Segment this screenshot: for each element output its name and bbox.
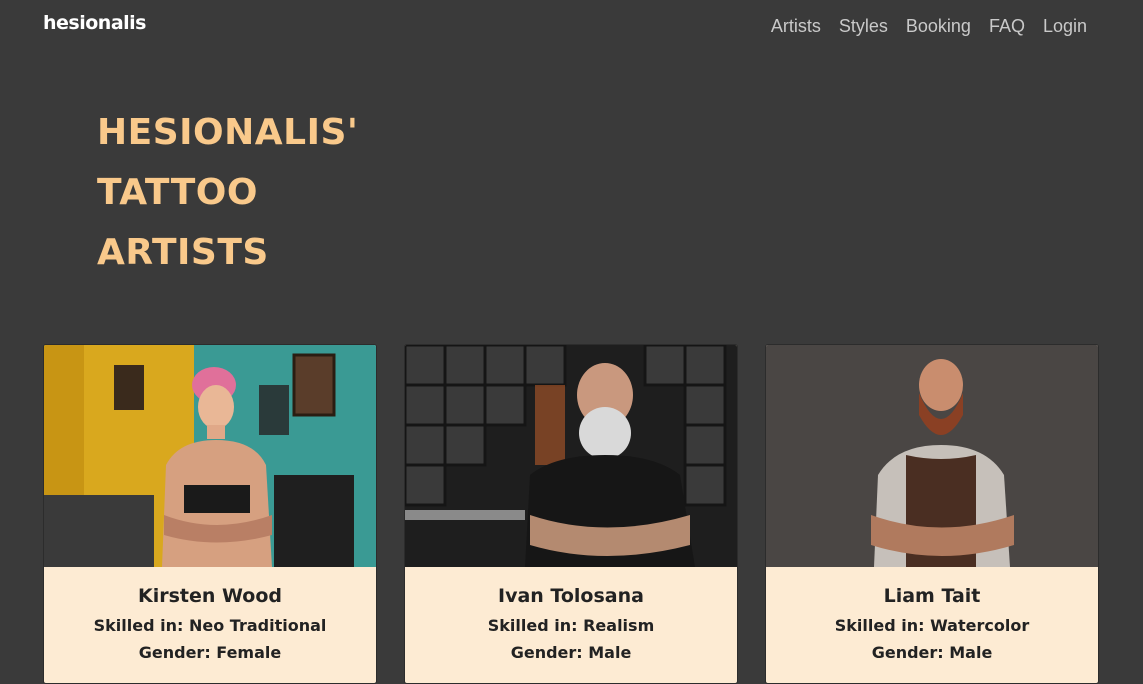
top-navbar: hesionalis Artists Styles Booking FAQ Lo… [0, 0, 1143, 60]
nav-link-faq[interactable]: FAQ [989, 16, 1025, 37]
nav-links: Artists Styles Booking FAQ Login [771, 16, 1087, 37]
artist-photo [405, 345, 737, 567]
artist-gender: Gender: Male [871, 643, 993, 662]
nav-link-artists[interactable]: Artists [771, 16, 821, 37]
page-title-line: TATTOO [97, 172, 258, 213]
artist-card[interactable]: Ivan Tolosana Skilled in: Realism Gender… [404, 344, 738, 684]
artist-photo [44, 345, 376, 567]
artist-info: Liam Tait Skilled in: Watercolor Gender:… [766, 567, 1098, 666]
artist-cards: Kirsten Wood Skilled in: Neo Traditional… [43, 344, 1099, 684]
artist-skill: Skilled in: Neo Traditional [93, 616, 327, 635]
artist-gender: Gender: Male [510, 643, 632, 662]
artist-name: Liam Tait [883, 585, 981, 607]
artist-name: Kirsten Wood [137, 585, 282, 607]
artist-card[interactable]: Liam Tait Skilled in: Watercolor Gender:… [765, 344, 1099, 684]
artist-photo [766, 345, 1098, 567]
nav-link-styles[interactable]: Styles [839, 16, 888, 37]
artist-skill: Skilled in: Watercolor [834, 616, 1030, 635]
artist-info: Ivan Tolosana Skilled in: Realism Gender… [405, 567, 737, 666]
page-title-line: ARTISTS [97, 232, 269, 273]
page-title-line: HESIONALIS' [97, 112, 359, 153]
artist-card[interactable]: Kirsten Wood Skilled in: Neo Traditional… [43, 344, 377, 684]
artist-name: Ivan Tolosana [498, 585, 644, 607]
artist-gender: Gender: Female [138, 643, 282, 662]
artist-info: Kirsten Wood Skilled in: Neo Traditional… [44, 567, 376, 666]
brand-logo[interactable]: hesionalis [43, 12, 146, 34]
nav-link-booking[interactable]: Booking [906, 16, 971, 37]
artist-skill: Skilled in: Realism [487, 616, 655, 635]
page-title: HESIONALIS' TATTOO ARTISTS [97, 103, 417, 283]
nav-link-login[interactable]: Login [1043, 16, 1087, 37]
